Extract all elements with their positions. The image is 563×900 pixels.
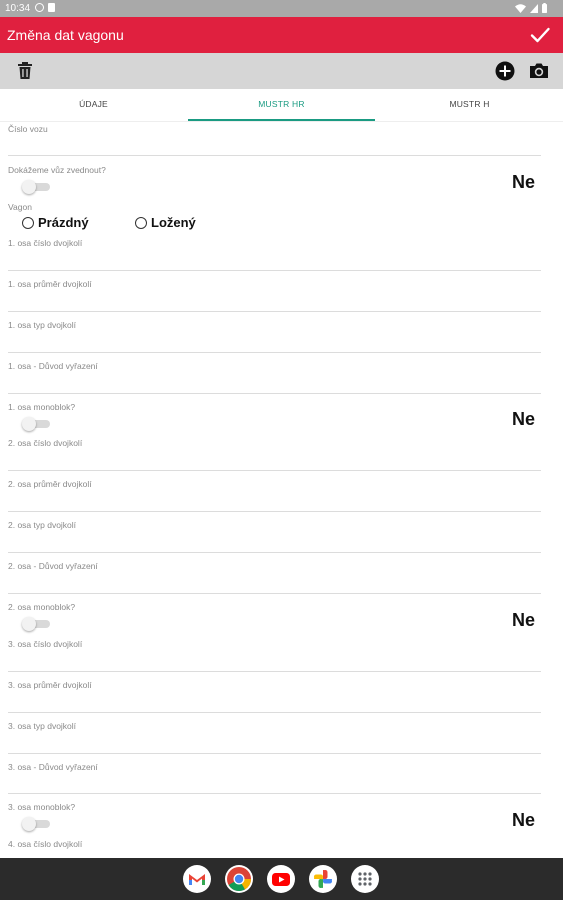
gmail-icon bbox=[189, 874, 205, 885]
app-dock bbox=[0, 858, 563, 900]
battery-icon bbox=[542, 3, 547, 13]
axle3-prumer-input[interactable] bbox=[8, 712, 541, 713]
zvednout-value: Ne bbox=[511, 172, 535, 192]
toggle-thumb bbox=[22, 617, 36, 631]
axle2-cislo-input[interactable] bbox=[8, 470, 541, 471]
cislo-vozu-label: Číslo vozu bbox=[8, 124, 48, 134]
axle1-monoblok-toggle[interactable] bbox=[22, 417, 50, 431]
axle2-typ-input[interactable] bbox=[8, 552, 541, 553]
axle1-typ-input[interactable] bbox=[8, 352, 541, 353]
axle2-monoblok-label: 2. osa monoblok? bbox=[8, 602, 76, 612]
radio-lozeny[interactable]: Ložený bbox=[135, 215, 196, 230]
axle3-prumer-label: 3. osa průměr dvojkolí bbox=[8, 680, 92, 690]
radio-prazdny[interactable]: Prázdný bbox=[22, 215, 89, 230]
checkmark-icon bbox=[530, 27, 550, 43]
gmail-app[interactable] bbox=[183, 865, 211, 893]
axle3-monoblok-value: Ne bbox=[511, 810, 535, 830]
camera-button[interactable] bbox=[528, 60, 550, 82]
youtube-icon bbox=[272, 872, 290, 886]
zvednout-toggle[interactable] bbox=[22, 180, 50, 194]
axle3-duvod-label: 3. osa - Důvod vyřazení bbox=[8, 762, 98, 772]
photos-app[interactable] bbox=[309, 865, 337, 893]
toolbar bbox=[0, 53, 563, 89]
notification-sd-icon bbox=[48, 3, 55, 12]
axle1-prumer-label: 1. osa průměr dvojkolí bbox=[8, 279, 92, 289]
axle2-typ-label: 2. osa typ dvojkolí bbox=[8, 520, 77, 530]
axle1-prumer-input[interactable] bbox=[8, 311, 541, 312]
axle1-typ-label: 1. osa typ dvojkolí bbox=[8, 320, 77, 330]
wifi-icon bbox=[515, 3, 526, 13]
radio-circle-icon bbox=[22, 216, 34, 229]
axle3-monoblok-toggle[interactable] bbox=[22, 817, 50, 831]
radio-prazdny-label: Prázdný bbox=[38, 215, 89, 230]
tab-udaje[interactable]: ÚDAJE bbox=[0, 89, 187, 122]
axle2-prumer-input[interactable] bbox=[8, 511, 541, 512]
trash-icon bbox=[18, 62, 32, 79]
toggle-thumb bbox=[22, 180, 36, 194]
zvednout-label: Dokážeme vůz zvednout? bbox=[8, 165, 106, 175]
axle1-monoblok-label: 1. osa monoblok? bbox=[8, 402, 76, 412]
axle3-typ-input[interactable] bbox=[8, 753, 541, 754]
axle2-prumer-label: 2. osa průměr dvojkolí bbox=[8, 479, 92, 489]
confirm-button[interactable] bbox=[529, 24, 551, 46]
status-system-icons bbox=[515, 3, 547, 13]
axle3-cislo-label: 3. osa číslo dvojkolí bbox=[8, 639, 83, 649]
status-notification-icons bbox=[35, 3, 55, 12]
status-time: 10:34 bbox=[5, 3, 31, 14]
vagon-label: Vagon bbox=[8, 202, 32, 212]
add-button[interactable] bbox=[494, 60, 516, 82]
axle1-duvod-label: 1. osa - Důvod vyřazení bbox=[8, 361, 98, 371]
app-drawer[interactable] bbox=[351, 865, 379, 893]
page-title: Změna dat vagonu bbox=[7, 27, 124, 43]
camera-icon bbox=[530, 63, 548, 78]
axle4-cislo-label: 4. osa číslo dvojkolí bbox=[8, 839, 83, 849]
axle1-cislo-label: 1. osa číslo dvojkolí bbox=[8, 238, 83, 248]
tab-mustr-hr[interactable]: MUSTR HR bbox=[188, 89, 375, 122]
notification-circle-icon bbox=[35, 3, 44, 12]
axle2-duvod-input[interactable] bbox=[8, 593, 541, 594]
app-bar: Změna dat vagonu bbox=[0, 17, 563, 53]
axle2-monoblok-toggle[interactable] bbox=[22, 617, 50, 631]
chrome-app[interactable] bbox=[225, 865, 253, 893]
axle2-duvod-label: 2. osa - Důvod vyřazení bbox=[8, 561, 98, 571]
cislo-vozu-input[interactable] bbox=[8, 155, 541, 156]
youtube-app[interactable] bbox=[267, 865, 295, 893]
tab-mustr-h[interactable]: MUSTR H bbox=[376, 89, 563, 122]
axle3-duvod-input[interactable] bbox=[8, 793, 541, 794]
add-circle-icon bbox=[495, 61, 515, 81]
form: Číslo vozu Dokážeme vůz zvednout? Ne Vag… bbox=[0, 122, 563, 858]
app-drawer-icon bbox=[358, 872, 372, 886]
axle1-cislo-input[interactable] bbox=[8, 270, 541, 271]
signal-icon bbox=[530, 3, 538, 13]
tab-bar: ÚDAJE MUSTR HR MUSTR H bbox=[0, 89, 563, 122]
axle1-monoblok-value: Ne bbox=[511, 409, 535, 429]
axle1-duvod-input[interactable] bbox=[8, 393, 541, 394]
axle2-monoblok-value: Ne bbox=[511, 610, 535, 630]
status-bar: 10:34 bbox=[0, 0, 563, 17]
axle2-cislo-label: 2. osa číslo dvojkolí bbox=[8, 438, 83, 448]
axle3-monoblok-label: 3. osa monoblok? bbox=[8, 802, 76, 812]
axle3-cislo-input[interactable] bbox=[8, 671, 541, 672]
photos-icon bbox=[314, 870, 332, 888]
radio-circle-icon bbox=[135, 216, 147, 229]
chrome-icon bbox=[227, 867, 251, 892]
axle3-typ-label: 3. osa typ dvojkolí bbox=[8, 721, 77, 731]
delete-button[interactable] bbox=[14, 60, 36, 82]
radio-lozeny-label: Ložený bbox=[151, 215, 196, 230]
toggle-thumb bbox=[22, 417, 36, 431]
active-tab-indicator bbox=[188, 119, 375, 121]
toggle-thumb bbox=[22, 817, 36, 831]
